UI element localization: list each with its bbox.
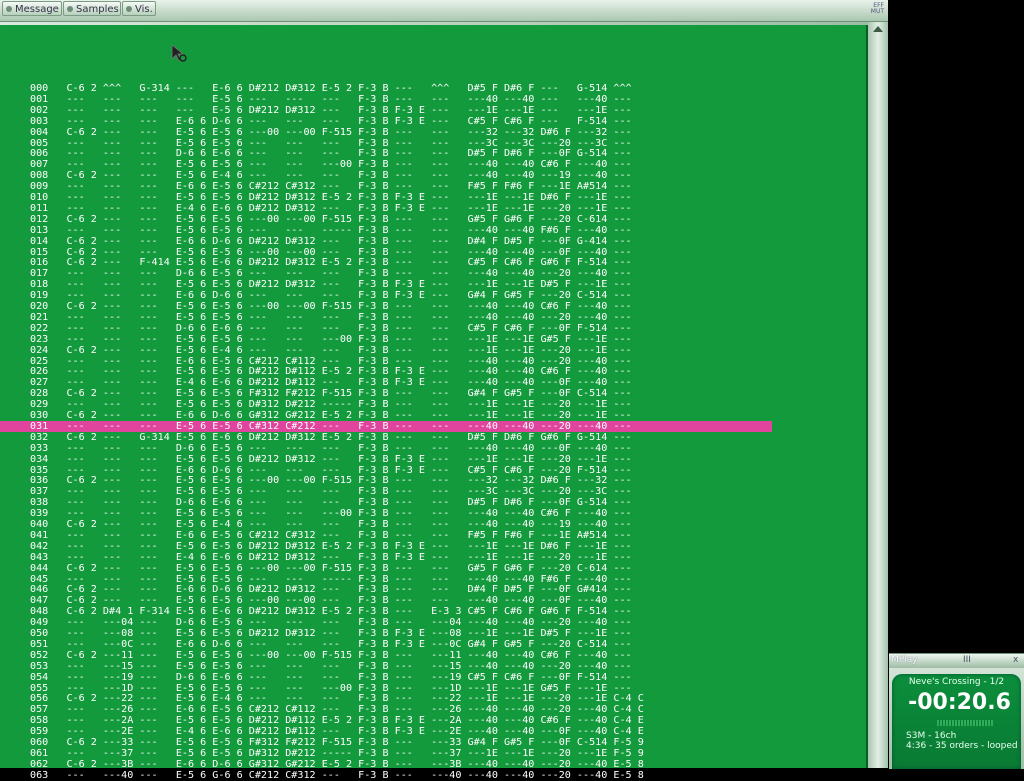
- pattern-row[interactable]: 049 --- ---04 --- D-6 6 E-5 6 --- --- --…: [0, 617, 772, 628]
- song-info: S3M - 16ch 4:36 - 35 orders - looped: [906, 731, 1018, 751]
- pattern-row[interactable]: 039 --- --- --- E-5 6 E-5 6 --- --- ---0…: [0, 508, 772, 519]
- pattern-row[interactable]: 032 C-6 2 --- G-314 E-5 6 E-6 6 D#212 D#…: [0, 432, 772, 443]
- pattern-row[interactable]: 035 --- --- --- E-6 6 D-6 6 --- --- --- …: [0, 465, 772, 476]
- pattern-row[interactable]: 012 C-6 2 --- --- E-5 6 E-5 6 ---00 ---0…: [0, 214, 772, 225]
- pattern-row[interactable]: 042 --- --- --- E-5 6 E-5 6 D#212 D#312 …: [0, 541, 772, 552]
- pattern-row[interactable]: 030 C-6 2 --- --- E-6 6 D-6 6 G#312 G#21…: [0, 410, 772, 421]
- pattern-row[interactable]: 009 --- --- --- E-6 6 E-5 6 C#212 C#312 …: [0, 181, 772, 192]
- pattern-row[interactable]: 002 --- --- --- --- E-5 6 D#212 D#312 --…: [0, 105, 772, 116]
- tab-samples-label: Samples: [76, 4, 119, 15]
- pattern-row[interactable]: 060 C-6 2 ---33 --- E-5 6 E-5 6 F#312 F#…: [0, 737, 772, 748]
- tab-vis[interactable]: Vis.: [122, 1, 156, 16]
- pattern-row[interactable]: 050 --- ---08 --- E-5 6 E-5 6 D#212 D#31…: [0, 628, 772, 639]
- pattern-row[interactable]: 040 C-6 2 --- --- E-5 6 E-4 6 --- --- --…: [0, 519, 772, 530]
- pattern-row[interactable]: 020 C-6 2 --- --- E-5 6 E-5 6 ---00 ---0…: [0, 301, 772, 312]
- pattern-row[interactable]: 044 C-6 2 --- --- E-5 6 E-5 6 ---00 ---0…: [0, 563, 772, 574]
- pattern-row[interactable]: 034 --- --- --- E-5 6 E-5 6 D#212 D#312 …: [0, 454, 772, 465]
- pattern-row[interactable]: 056 C-6 2 ---22 --- E-5 6 E-4 6 --- --- …: [0, 693, 772, 704]
- pattern-row[interactable]: 063 --- ---40 --- E-5 6 G-6 6 C#212 C#31…: [0, 770, 772, 781]
- message-icon: [6, 6, 12, 12]
- pattern-row[interactable]: 052 C-6 2 ---11 --- E-5 6 E-5 6 ---00 --…: [0, 650, 772, 661]
- pattern-row[interactable]: 016 C-6 2 --- F-414 E-5 6 E-6 6 D#212 D#…: [0, 257, 772, 268]
- pattern-row[interactable]: 026 --- --- --- E-5 6 E-5 6 D#212 D#112 …: [0, 366, 772, 377]
- song-format: S3M - 16ch: [906, 731, 957, 741]
- time-remaining: -00:20.6: [908, 690, 1011, 715]
- level-meter: [937, 720, 993, 726]
- pattern-row[interactable]: 033 --- --- --- D-6 6 E-5 6 --- --- --- …: [0, 443, 772, 454]
- pattern-row[interactable]: 003 --- --- --- E-6 6 D-6 6 --- --- --- …: [0, 116, 772, 127]
- pattern-row[interactable]: 024 C-6 2 --- --- E-5 6 E-4 6 --- --- --…: [0, 345, 772, 356]
- pattern-row[interactable]: 005 --- --- --- E-5 6 E-5 6 --- --- --- …: [0, 138, 772, 149]
- song-title: Neve's Crossing - 1/2: [908, 677, 1005, 687]
- pattern-row[interactable]: 000 C-6 2 ^^^ G-314 --- E-6 6 D#212 D#31…: [0, 83, 772, 94]
- pattern-row[interactable]: 048 C-6 2 D#4 1 F-314 E-5 6 E-6 6 D#212 …: [0, 606, 772, 617]
- tab-message-label: Message: [15, 4, 59, 15]
- tab-vis-label: Vis.: [135, 4, 153, 15]
- pattern-row[interactable]: 054 --- ---19 --- D-6 6 E-6 6 --- --- --…: [0, 672, 772, 683]
- pattern-row[interactable]: 058 --- ---2A --- E-5 6 E-5 6 D#212 D#11…: [0, 715, 772, 726]
- pattern-row[interactable]: 038 --- --- --- D-6 6 E-6 6 --- --- --- …: [0, 497, 772, 508]
- pattern-row[interactable]: 015 C-6 2 --- --- E-5 6 E-5 6 ---00 ---0…: [0, 247, 772, 258]
- pattern-row[interactable]: 011 --- --- --- E-4 6 E-6 6 D#212 D#312 …: [0, 203, 772, 214]
- pattern-row[interactable]: 007 --- --- --- E-5 6 E-5 6 --- --- ---0…: [0, 159, 772, 170]
- pattern-row[interactable]: 046 C-6 2 --- --- E-6 6 D-6 6 D#212 D#31…: [0, 584, 772, 595]
- pattern-row[interactable]: 010 --- --- --- E-5 6 E-5 6 D#212 D#312 …: [0, 192, 772, 203]
- tab-samples[interactable]: Samples: [63, 1, 121, 16]
- pattern-row[interactable]: 062 C-6 2 ---3B --- E-6 6 D-6 6 G#312 G#…: [0, 759, 772, 770]
- pattern-row[interactable]: 059 --- ---2E --- E-4 6 E-6 6 D#212 D#11…: [0, 726, 772, 737]
- pattern-view[interactable]: 000 C-6 2 ^^^ G-314 --- E-6 6 D#212 D#31…: [0, 25, 868, 781]
- tracker-window: Message Samples Vis. EFF MUT 000 C-6 2 ^…: [0, 0, 888, 781]
- samples-icon: [67, 6, 73, 12]
- vertical-scrollbar[interactable]: [868, 22, 888, 768]
- pattern-row[interactable]: 057 --- ---26 --- E-6 6 E-5 6 C#212 C#11…: [0, 704, 772, 715]
- pattern-row[interactable]: 023 --- --- --- E-5 6 E-5 6 --- --- ---0…: [0, 334, 772, 345]
- pattern-row[interactable]: 008 C-6 2 --- --- E-5 6 E-4 6 --- --- --…: [0, 170, 772, 181]
- mouse-cursor-icon: [171, 44, 187, 62]
- pattern-row[interactable]: 017 --- --- --- D-6 6 E-5 6 --- --- --- …: [0, 268, 772, 279]
- pattern-row[interactable]: 001 --- --- --- --- E-5 6 --- --- --- F-…: [0, 94, 772, 105]
- pattern-row[interactable]: 043 --- --- --- E-4 6 E-6 6 D#212 D#312 …: [0, 552, 772, 563]
- player-titlebar[interactable]: MPlay III x: [889, 654, 1024, 668]
- pattern-row[interactable]: 019 --- --- --- E-6 6 D-6 6 --- --- --- …: [0, 290, 772, 301]
- pattern-row[interactable]: 014 C-6 2 --- --- E-6 6 D-6 6 D#212 D#31…: [0, 236, 772, 247]
- pattern-row[interactable]: 013 --- --- --- E-5 6 E-5 6 --- --- ----…: [0, 225, 772, 236]
- player-title: MPlay: [891, 655, 918, 665]
- pattern-row[interactable]: 055 --- ---1D --- E-5 6 E-5 6 --- --- --…: [0, 683, 772, 694]
- tab-message[interactable]: Message: [2, 1, 62, 16]
- pattern-row[interactable]: 029 --- --- --- E-5 6 E-5 6 D#312 D#212 …: [0, 399, 772, 410]
- pattern-row-current[interactable]: 031 --- --- --- E-5 6 E-5 6 C#312 C#212 …: [0, 420, 772, 432]
- tab-bar: Message Samples Vis. EFF MUT: [0, 0, 888, 22]
- pattern-row[interactable]: 021 --- --- --- E-5 6 E-5 6 --- --- --- …: [0, 312, 772, 323]
- pattern-row[interactable]: 027 --- --- --- E-4 6 E-6 6 D#212 D#112 …: [0, 377, 772, 388]
- pattern-row[interactable]: 025 --- --- --- E-6 6 E-5 6 C#212 C#112 …: [0, 356, 772, 367]
- pattern-row[interactable]: 045 --- --- --- E-5 6 E-5 6 --- --- ----…: [0, 574, 772, 585]
- pattern-row[interactable]: 041 --- --- --- E-6 6 E-5 6 C#212 C#312 …: [0, 530, 772, 541]
- player-display: Neve's Crossing - 1/2 -00:20.6 S3M - 16c…: [892, 674, 1021, 769]
- pattern-row[interactable]: 053 --- ---15 --- E-5 6 E-5 6 --- --- --…: [0, 661, 772, 672]
- song-details: 4:36 - 35 orders - looped: [906, 741, 1018, 751]
- pattern-row[interactable]: 051 --- ---0C --- E-6 6 D-6 6 --- --- --…: [0, 639, 772, 650]
- pattern-row[interactable]: 028 C-6 2 --- --- E-5 6 E-5 6 F#312 F#21…: [0, 388, 772, 399]
- vis-icon: [126, 6, 132, 12]
- pattern-row[interactable]: 061 --- ---37 --- E-5 6 E-5 6 D#312 D#21…: [0, 748, 772, 759]
- mplay-player: MPlay III x Neve's Crossing - 1/2 -00:20…: [889, 653, 1024, 769]
- pattern-row[interactable]: 004 C-6 2 --- --- E-5 6 E-5 6 ---00 ---0…: [0, 127, 772, 138]
- pattern-row[interactable]: 047 C-6 2 --- --- E-5 6 E-5 6 ---00 ---0…: [0, 595, 772, 606]
- pattern-row[interactable]: 037 --- --- --- E-5 6 E-5 6 --- --- --- …: [0, 486, 772, 497]
- pattern-row[interactable]: 018 --- --- --- E-5 6 E-5 6 D#212 D#312 …: [0, 279, 772, 290]
- player-minimize-button[interactable]: III: [963, 655, 971, 665]
- pattern-row[interactable]: 036 C-6 2 --- --- E-5 6 E-5 6 ---00 ---0…: [0, 475, 772, 486]
- player-close-button[interactable]: x: [1013, 655, 1018, 665]
- corner-flags: EFF MUT: [870, 2, 884, 15]
- scroll-up-arrow-icon[interactable]: [873, 26, 883, 32]
- pattern-row[interactable]: 006 --- --- --- D-6 6 E-6 6 --- --- --- …: [0, 148, 772, 159]
- pattern-row[interactable]: 022 --- --- --- D-6 6 E-6 6 --- --- --- …: [0, 323, 772, 334]
